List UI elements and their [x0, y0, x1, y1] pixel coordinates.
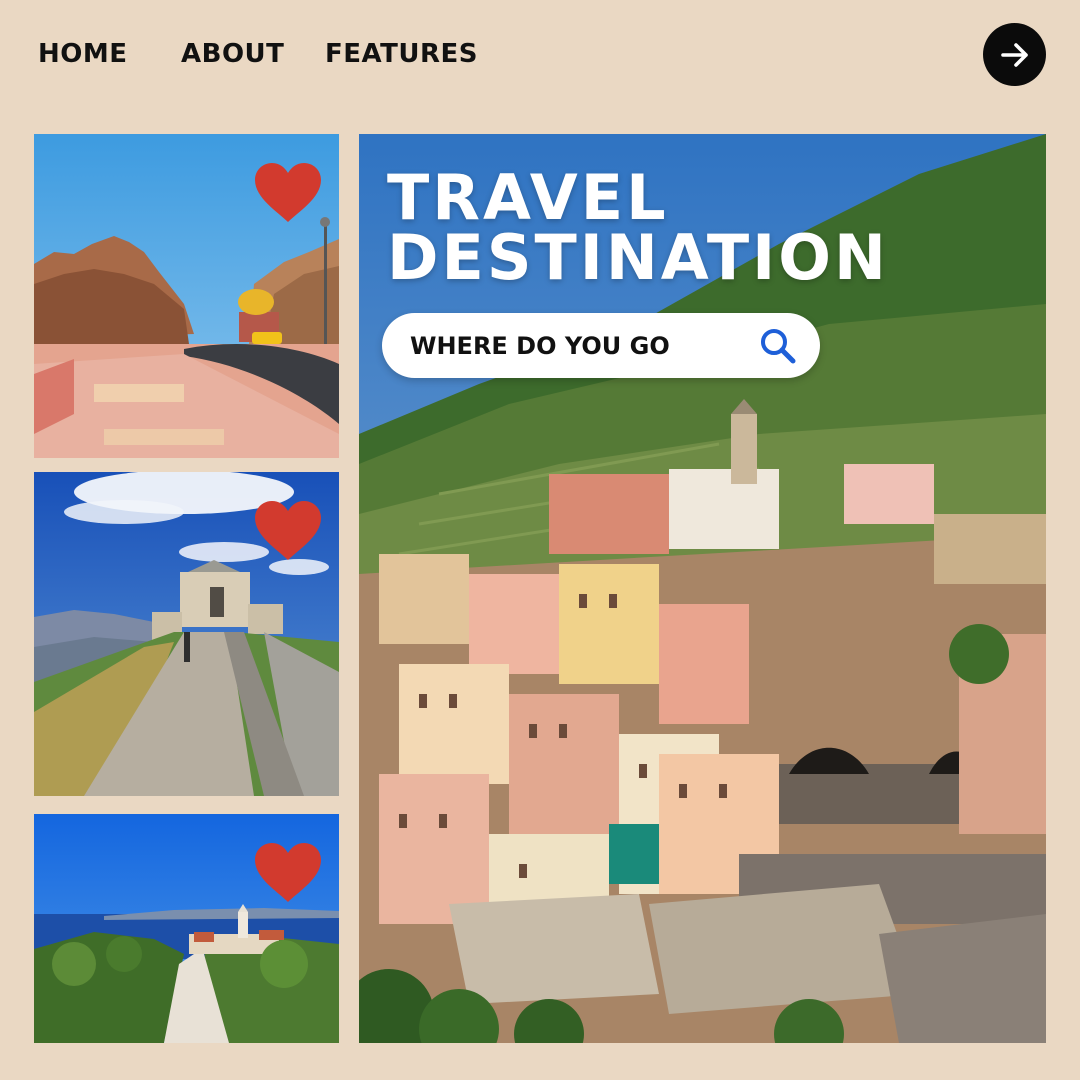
- hero-title-line-2: DESTINATION: [387, 221, 889, 294]
- hero-title-line-1: TRAVEL: [387, 161, 669, 234]
- favorite-heart-icon[interactable]: [253, 500, 323, 562]
- search-icon[interactable]: [758, 326, 798, 366]
- nav-features-link[interactable]: FEATURES: [325, 38, 478, 70]
- nav-home-link[interactable]: HOME: [38, 38, 128, 70]
- page: HOME ABOUT FEATURES TRAVEL DESTINATION W…: [0, 0, 1080, 1080]
- search-bar: [382, 313, 820, 378]
- destination-card-3[interactable]: [34, 814, 339, 1043]
- search-input[interactable]: [410, 313, 750, 378]
- hero-banner: TRAVEL DESTINATION: [359, 134, 1046, 1043]
- favorite-heart-icon[interactable]: [253, 162, 323, 224]
- favorite-heart-icon[interactable]: [253, 842, 323, 904]
- destination-card-2[interactable]: [34, 472, 339, 796]
- hero-title: TRAVEL DESTINATION: [387, 161, 889, 294]
- next-button[interactable]: [983, 23, 1046, 86]
- destination-card-1[interactable]: [34, 134, 339, 458]
- nav-about-link[interactable]: ABOUT: [181, 38, 284, 70]
- arrow-right-icon: [1000, 42, 1028, 67]
